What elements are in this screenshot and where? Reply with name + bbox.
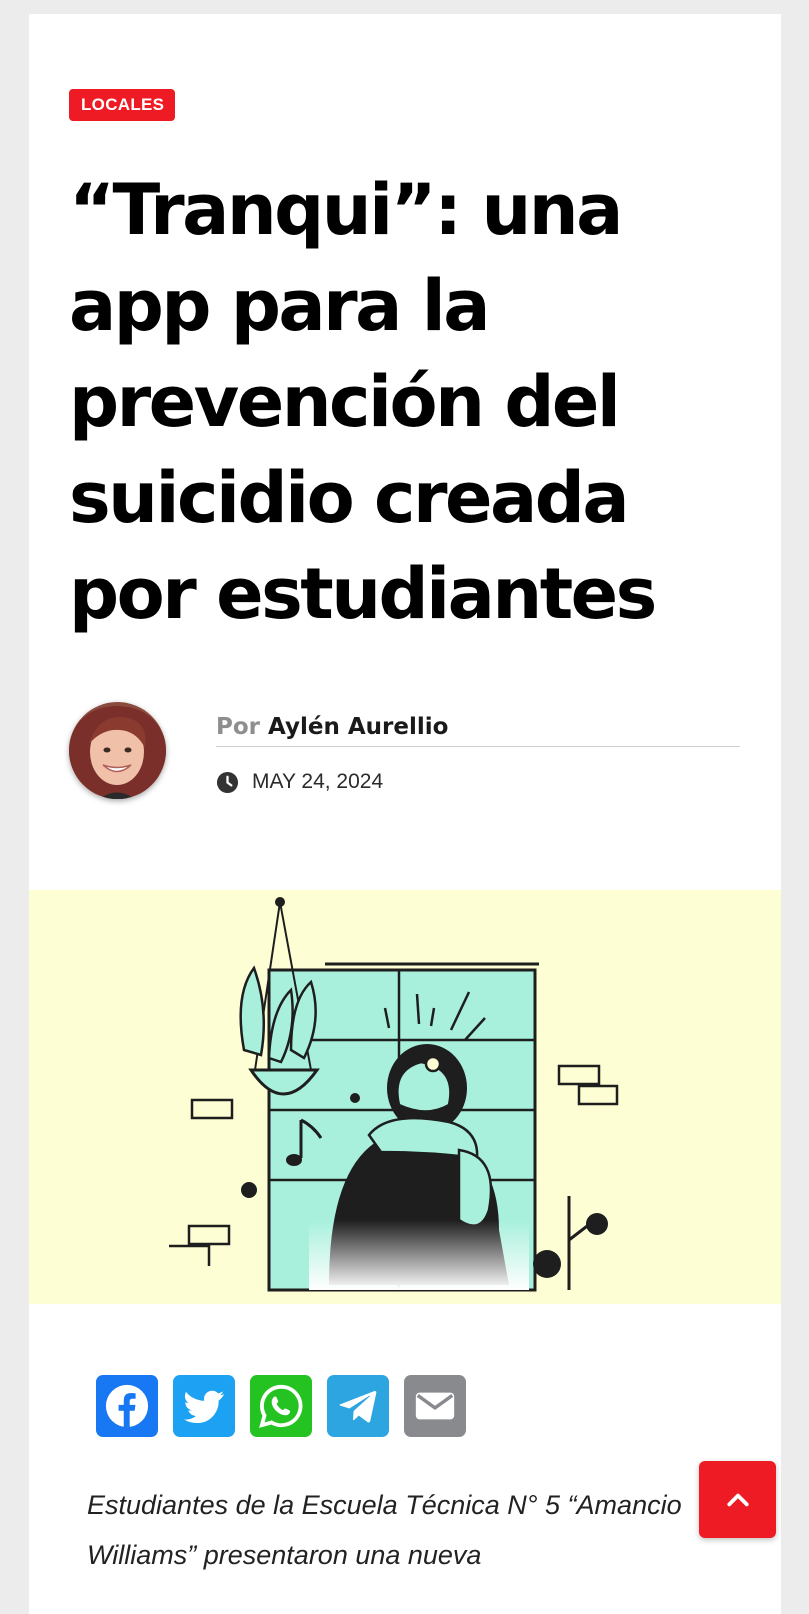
article-excerpt: Estudiantes de la Escuela Técnica N° 5 “…	[87, 1490, 682, 1570]
share-twitter-button[interactable]	[173, 1375, 235, 1437]
twitter-icon	[183, 1390, 225, 1424]
author-link[interactable]: Aylén Aurellio	[268, 714, 448, 740]
author-avatar[interactable]	[69, 702, 166, 799]
chevron-up-icon	[726, 1493, 749, 1506]
share-telegram-button[interactable]	[327, 1375, 389, 1437]
share-buttons	[96, 1375, 466, 1437]
category-badge[interactable]: LOCALES	[69, 89, 176, 121]
email-icon	[415, 1392, 455, 1420]
telegram-icon	[339, 1390, 377, 1423]
share-email-button[interactable]	[404, 1375, 466, 1437]
date-text: MAY 24, 2024	[252, 770, 384, 793]
article-card: LOCALES “Tranqui”: una app para la preve…	[29, 14, 781, 1614]
share-facebook-button[interactable]	[96, 1375, 158, 1437]
back-to-top-button[interactable]	[699, 1461, 776, 1538]
clock-icon	[216, 771, 239, 793]
share-whatsapp-button[interactable]	[250, 1375, 312, 1437]
facebook-icon	[105, 1384, 149, 1428]
byline-prefix: Por	[216, 714, 261, 740]
publish-date: MAY 24, 2024	[216, 770, 383, 794]
article-title: “Tranqui”: una app para la prevención de…	[69, 169, 657, 635]
whatsapp-icon	[259, 1384, 303, 1428]
featured-image[interactable]	[29, 890, 781, 1304]
byline: Por Aylén Aurellio	[216, 714, 740, 747]
